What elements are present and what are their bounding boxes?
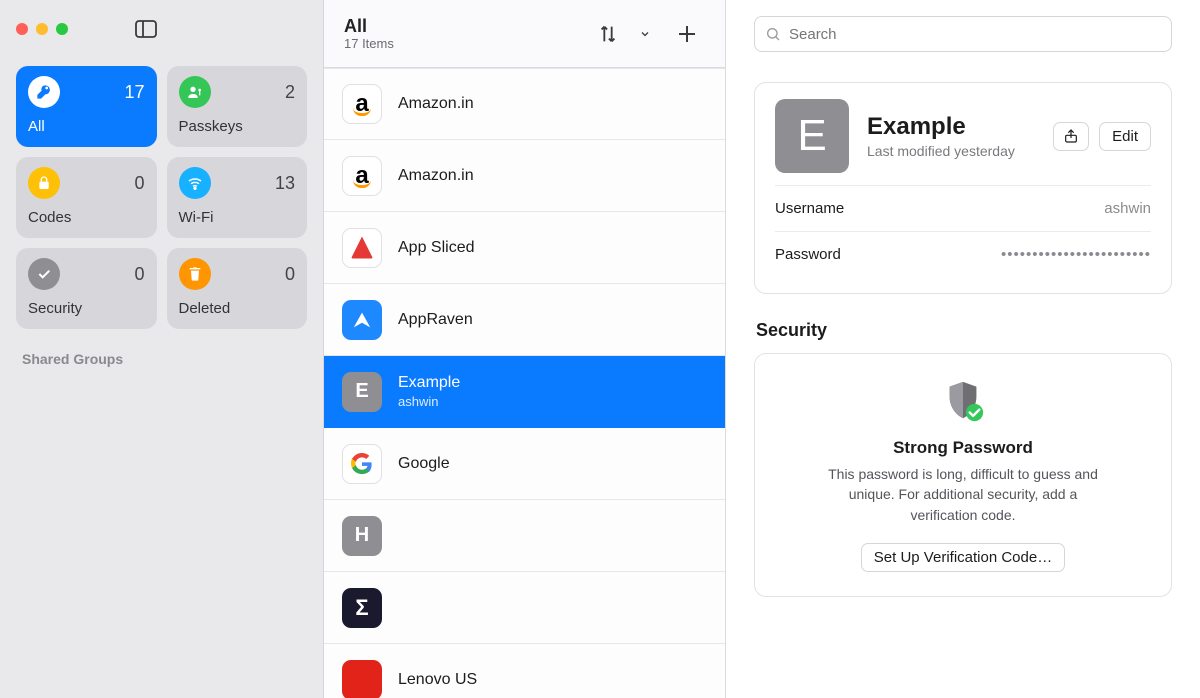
list-item[interactable]: H <box>324 500 725 572</box>
category-label: Security <box>28 300 145 317</box>
category-count: 17 <box>124 82 144 103</box>
category-all[interactable]: 17 All <box>16 66 157 147</box>
strong-password-title: Strong Password <box>815 438 1111 458</box>
key-icon <box>28 76 60 108</box>
site-icon-amazon: a <box>342 84 382 124</box>
window-controls <box>16 10 307 48</box>
category-count: 2 <box>285 82 295 103</box>
item-title: Example <box>398 374 460 392</box>
strong-password-desc: This password is long, difficult to gues… <box>815 464 1111 525</box>
search-input[interactable] <box>789 26 1161 43</box>
site-icon-appraven <box>342 300 382 340</box>
list-header: All 17 Items <box>324 0 725 68</box>
item-title: Amazon.in <box>398 167 474 185</box>
checkmark-icon <box>28 258 60 290</box>
password-row[interactable]: Password •••••••••••••••••••••••• <box>775 231 1151 277</box>
username-value: ashwin <box>1104 200 1151 217</box>
sidebar: 17 All 2 Passkeys 0 Codes <box>0 0 324 698</box>
category-deleted[interactable]: 0 Deleted <box>167 248 308 329</box>
list-item[interactable]: a Amazon.in <box>324 68 725 140</box>
entry-title: Example <box>867 113 1015 141</box>
list-item[interactable]: Lenovo US <box>324 644 725 698</box>
item-title: Amazon.in <box>398 95 474 113</box>
username-row[interactable]: Username ashwin <box>775 186 1151 231</box>
password-value: •••••••••••••••••••••••• <box>1001 246 1151 263</box>
category-count: 0 <box>134 173 144 194</box>
list-title: All <box>344 16 394 37</box>
edit-button[interactable]: Edit <box>1099 122 1151 151</box>
shield-check-icon <box>815 378 1111 424</box>
site-icon-sigma: Σ <box>342 588 382 628</box>
site-icon-letter-h: H <box>342 516 382 556</box>
category-wifi[interactable]: 13 Wi-Fi <box>167 157 308 238</box>
zoom-window[interactable] <box>56 23 68 35</box>
shared-groups-heading[interactable]: Shared Groups <box>16 351 307 367</box>
security-card: Strong Password This password is long, d… <box>754 353 1172 597</box>
site-icon-google <box>342 444 382 484</box>
category-label: All <box>28 118 145 135</box>
item-title: Google <box>398 455 450 473</box>
minimize-window[interactable] <box>36 23 48 35</box>
password-list: All 17 Items a Amazon.in a Amazon.in App… <box>324 0 726 698</box>
category-security[interactable]: 0 Security <box>16 248 157 329</box>
category-count: 0 <box>285 264 295 285</box>
detail-pane: E Example Last modified yesterday Edit U… <box>726 0 1200 698</box>
category-label: Passkeys <box>179 118 296 135</box>
item-subtitle: ashwin <box>398 394 460 409</box>
category-codes[interactable]: 0 Codes <box>16 157 157 238</box>
share-icon <box>1063 128 1079 144</box>
item-title: Lenovo US <box>398 671 477 689</box>
list-item[interactable]: E Example ashwin <box>324 356 725 428</box>
setup-verification-button[interactable]: Set Up Verification Code… <box>861 543 1065 572</box>
add-button[interactable] <box>669 16 705 52</box>
setup-verification-label: Set Up Verification Code… <box>874 549 1052 566</box>
item-title: AppRaven <box>398 311 473 329</box>
sort-button[interactable] <box>591 17 625 51</box>
list-item[interactable]: a Amazon.in <box>324 140 725 212</box>
sidebar-toggle-icon[interactable] <box>135 20 157 38</box>
sort-menu-chevron-icon[interactable] <box>633 22 657 46</box>
site-icon-example: E <box>342 372 382 412</box>
username-label: Username <box>775 200 844 217</box>
search-icon <box>765 26 781 42</box>
site-icon-lenovo <box>342 660 382 698</box>
entry-avatar: E <box>775 99 849 173</box>
list-item[interactable]: Google <box>324 428 725 500</box>
category-label: Codes <box>28 209 145 226</box>
category-grid: 17 All 2 Passkeys 0 Codes <box>16 66 307 329</box>
category-count: 0 <box>134 264 144 285</box>
list-item[interactable]: App Sliced <box>324 212 725 284</box>
edit-label: Edit <box>1112 128 1138 145</box>
site-icon-appsliced <box>342 228 382 268</box>
share-button[interactable] <box>1053 122 1089 151</box>
list-item[interactable]: AppRaven <box>324 284 725 356</box>
list-item[interactable]: Σ <box>324 572 725 644</box>
lock-clock-icon <box>28 167 60 199</box>
entry-card: E Example Last modified yesterday Edit U… <box>754 82 1172 294</box>
category-passkeys[interactable]: 2 Passkeys <box>167 66 308 147</box>
category-count: 13 <box>275 173 295 194</box>
category-label: Deleted <box>179 300 296 317</box>
password-label: Password <box>775 246 841 263</box>
person-key-icon <box>179 76 211 108</box>
site-icon-amazon: a <box>342 156 382 196</box>
search-field[interactable] <box>754 16 1172 52</box>
close-window[interactable] <box>16 23 28 35</box>
list-subtitle: 17 Items <box>344 36 394 51</box>
list-items[interactable]: a Amazon.in a Amazon.in App Sliced AppRa… <box>324 68 725 698</box>
item-title: App Sliced <box>398 239 475 257</box>
category-label: Wi-Fi <box>179 209 296 226</box>
wifi-icon <box>179 167 211 199</box>
entry-modified: Last modified yesterday <box>867 143 1015 159</box>
trash-icon <box>179 258 211 290</box>
security-heading: Security <box>756 320 1172 341</box>
